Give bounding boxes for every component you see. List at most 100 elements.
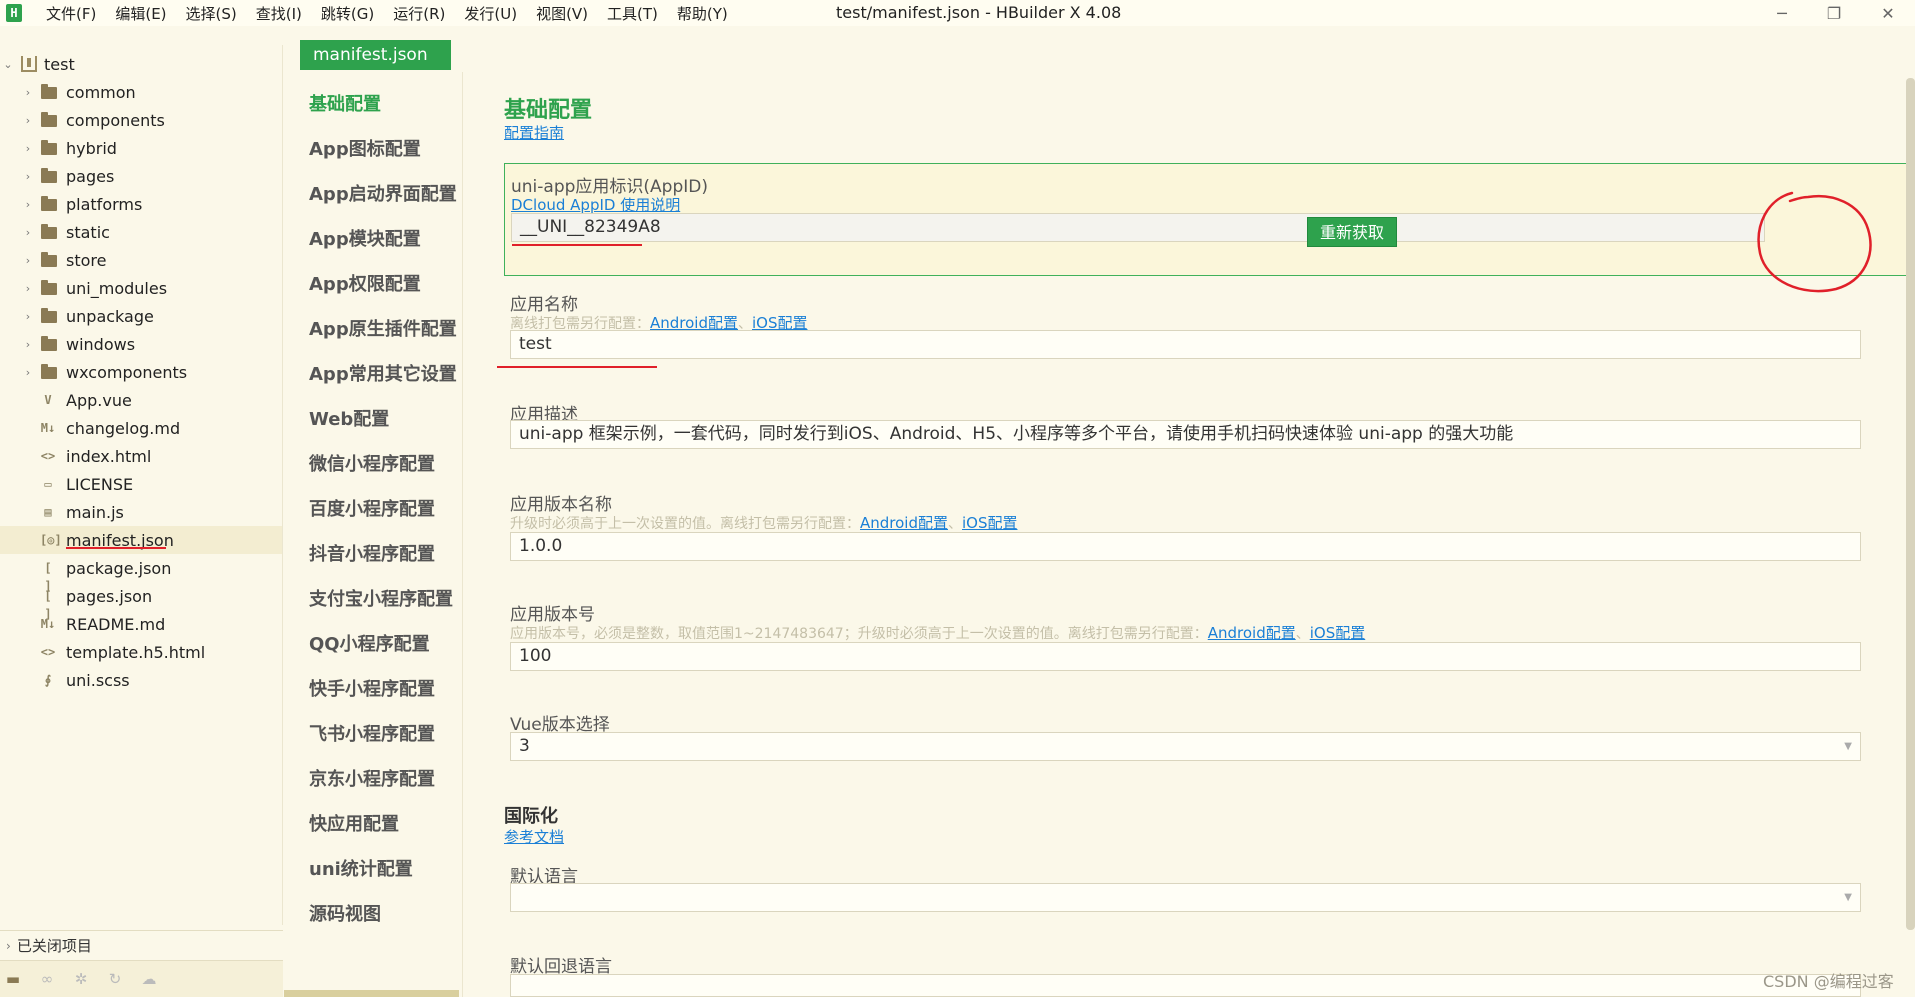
folder-icon [41,84,57,99]
hint-text: 应用版本号，必须是整数，取值范围1~2147483647；升级时必须高于上一次设… [510,626,1208,642]
nav-jd[interactable]: 京东小程序配置 [309,765,435,791]
chevron-right-icon: › [25,141,31,155]
git-icon[interactable]: ↻ [104,969,126,989]
close-icon[interactable]: ✕ [1868,0,1908,26]
refresh-appid-button[interactable]: 重新获取 [1307,217,1397,247]
tree-label: platforms [66,194,143,214]
appid-help-link[interactable]: DCloud AppID 使用说明 [511,194,680,215]
bug-icon[interactable]: ✲ [70,969,92,989]
config-guide-link[interactable]: 配置指南 [504,122,564,143]
closed-projects-row[interactable]: › 已关闭项目 [0,930,283,960]
app-desc-input[interactable]: uni-app 框架示例，一套代码，同时发行到iOS、Android、H5、小程… [510,420,1861,449]
fallback-lang-select[interactable] [510,974,1861,997]
nav-app-modules[interactable]: App模块配置 [309,225,421,251]
tree-folder[interactable]: › pages [0,162,282,190]
ios-config-link[interactable]: iOS配置 [1310,624,1366,642]
markdown-file-icon: M↓ [40,421,56,435]
menu-file[interactable]: 文件(F) [46,3,96,24]
cloud-icon[interactable]: ☁ [138,969,160,989]
menu-edit[interactable]: 编辑(E) [115,3,166,24]
folder-icon[interactable]: ▬ [2,969,24,989]
tree-folder[interactable]: › unpackage [0,302,282,330]
window-title: test/manifest.json - HBuilder X 4.08 [836,3,1122,22]
tree-folder[interactable]: › wxcomponents [0,358,282,386]
restore-icon[interactable]: ❐ [1814,0,1854,26]
nav-douyin[interactable]: 抖音小程序配置 [309,540,435,566]
nav-quickapp[interactable]: 快应用配置 [309,810,399,836]
i18n-title: 国际化 [504,806,558,827]
tree-folder[interactable]: › components [0,106,282,134]
tree-file[interactable]: [ ] package.json [0,554,282,594]
menu-help[interactable]: 帮助(Y) [677,3,728,24]
nav-app-other[interactable]: App常用其它设置 [309,360,457,386]
scss-file-icon: ∮ [44,673,52,687]
tree-label: store [66,250,107,270]
tree-file[interactable]: [ ] pages.json [0,582,282,622]
tab-manifest-json[interactable]: manifest.json [300,40,451,70]
tree-file[interactable]: <> template.h5.html [0,638,282,666]
folder-icon [41,224,57,239]
nav-alipay[interactable]: 支付宝小程序配置 [309,585,453,611]
version-code-hint: 应用版本号，必须是整数，取值范围1~2147483647；升级时必须高于上一次设… [510,622,1365,643]
i18n-doc-link[interactable]: 参考文档 [504,826,564,847]
tree-file-selected[interactable]: [◎] manifest.json [0,526,282,554]
tree-folder[interactable]: › store [0,246,282,274]
tree-project-test[interactable]: ⌄ test [0,50,282,78]
nav-app-permissions[interactable]: App权限配置 [309,270,421,296]
nav-app-splash[interactable]: App启动界面配置 [309,180,457,206]
menu-select[interactable]: 选择(S) [186,3,237,24]
nav-app-icon[interactable]: App图标配置 [309,135,421,161]
tree-label: template.h5.html [66,642,206,662]
tree-label: pages.json [66,586,153,606]
default-lang-select[interactable]: ▼ [510,883,1861,912]
android-config-link[interactable]: Android配置 [860,514,948,532]
version-name-input[interactable]: 1.0.0 [510,532,1861,561]
vue-version-select[interactable]: 3 ▼ [510,732,1861,761]
nav-web[interactable]: Web配置 [309,405,389,431]
nav-uni-stat[interactable]: uni统计配置 [309,855,413,881]
chevron-right-icon: › [25,197,31,211]
tree-file[interactable]: ∮ uni.scss [0,666,282,694]
tree-folder[interactable]: › platforms [0,190,282,218]
tree-file[interactable]: <> index.html [0,442,282,470]
tree-folder[interactable]: › windows [0,330,282,358]
chevron-right-icon: › [25,113,31,127]
appid-input[interactable]: __UNI__82349A8 [511,213,1765,242]
version-code-input[interactable]: 100 [510,642,1861,671]
nav-feishu[interactable]: 飞书小程序配置 [309,720,435,746]
annotation-underline [66,547,166,549]
tree-file[interactable]: V App.vue [0,386,282,414]
menu-run[interactable]: 运行(R) [393,3,445,24]
tree-folder[interactable]: › static [0,218,282,246]
android-config-link[interactable]: Android配置 [1208,624,1296,642]
menu-tools[interactable]: 工具(T) [607,3,658,24]
tree-file[interactable]: ▤ main.js [0,498,282,526]
tree-file[interactable]: M↓ README.md [0,610,282,638]
menu-find[interactable]: 查找(I) [256,3,302,24]
nav-weixin[interactable]: 微信小程序配置 [309,450,435,476]
chevron-right-icon: › [25,225,31,239]
menu-goto[interactable]: 跳转(G) [321,3,374,24]
nav-kuaishou[interactable]: 快手小程序配置 [309,675,435,701]
ios-config-link[interactable]: iOS配置 [962,514,1018,532]
nav-app-native-plugins[interactable]: App原生插件配置 [309,315,457,341]
menu-view[interactable]: 视图(V) [536,3,588,24]
tree-folder[interactable]: › uni_modules [0,274,282,302]
tree-folder[interactable]: › hybrid [0,134,282,162]
app-name-input[interactable]: test [510,330,1861,359]
chevron-right-icon: › [25,309,31,323]
nav-baidu[interactable]: 百度小程序配置 [309,495,435,521]
minimize-icon[interactable]: ─ [1762,0,1802,26]
tree-folder[interactable]: › common [0,78,282,106]
bike-icon[interactable]: ∞ [36,969,58,989]
nav-source-view[interactable]: 源码视图 [309,900,381,926]
config-nav: 基础配置 App图标配置 App启动界面配置 App模块配置 App权限配置 A… [284,72,463,997]
nav-basic-config[interactable]: 基础配置 [309,90,381,116]
tree-label: pages [66,166,115,186]
menu-publish[interactable]: 发行(U) [464,3,517,24]
tree-file[interactable]: M↓ changelog.md [0,414,282,442]
vertical-scrollbar[interactable] [1906,78,1915,930]
json-file-icon: [◎] [40,533,62,547]
tree-file[interactable]: ▭ LICENSE [0,470,282,498]
nav-qq[interactable]: QQ小程序配置 [309,630,430,656]
